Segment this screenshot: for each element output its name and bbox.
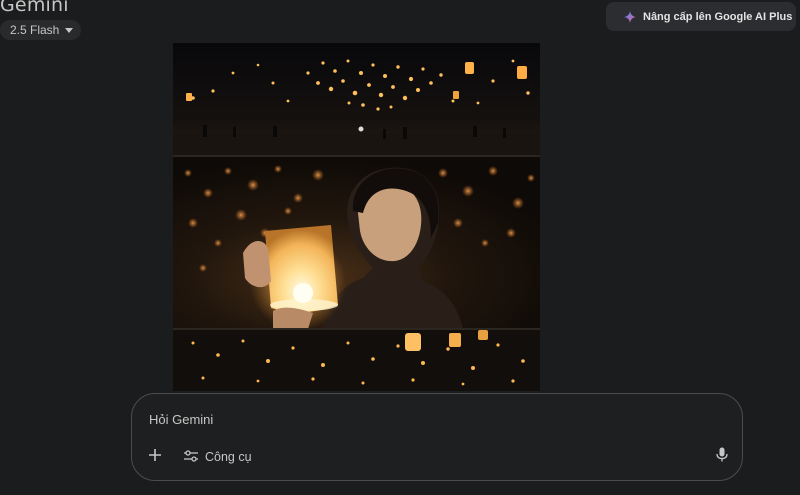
add-button[interactable] [145,447,165,467]
caret-down-icon [65,28,74,33]
prompt-box: Công cụ [131,393,743,481]
app-title: Gemini [0,0,69,16]
model-label: 2.5 Flash [10,23,60,37]
generated-image[interactable] [173,43,540,391]
tools-button[interactable]: Công cụ [184,447,252,467]
tools-icon [184,449,198,465]
tools-label: Công cụ [205,450,252,464]
upgrade-button[interactable]: Nâng cấp lên Google AI Plus [606,2,796,31]
upgrade-label: Nâng cấp lên Google AI Plus [643,10,793,23]
microphone-icon [716,447,728,467]
microphone-button[interactable] [712,447,732,467]
gemini-spark-icon [624,10,636,23]
prompt-input[interactable] [149,409,669,429]
model-selector[interactable]: 2.5 Flash [0,20,82,40]
plus-icon [148,448,162,467]
